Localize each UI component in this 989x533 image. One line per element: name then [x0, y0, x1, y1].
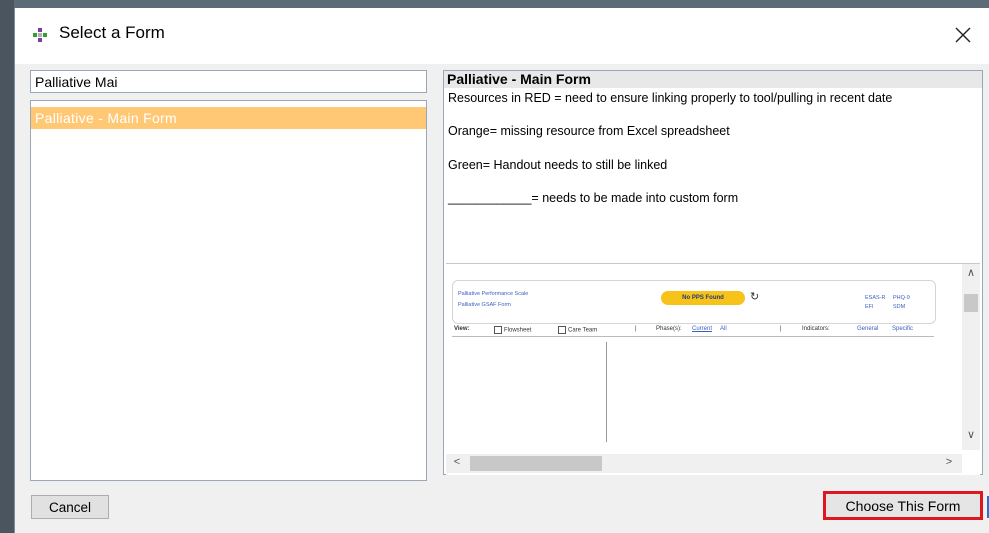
refresh-icon: ↻: [750, 291, 760, 303]
scroll-up-icon[interactable]: ∧: [962, 266, 980, 282]
thumbnail-divider-line: [452, 336, 934, 337]
thumb-phases-label: Phase(s):: [656, 326, 682, 332]
thumb-link-esas: ESAS-R: [865, 295, 886, 301]
thumb-link-phq: PHQ-9: [893, 295, 910, 301]
scroll-right-icon[interactable]: >: [940, 456, 958, 471]
preview-line-orange: Orange= missing resource from Excel spre…: [448, 124, 730, 138]
title-bar: Select a Form: [15, 8, 989, 64]
preview-line-red: Resources in RED = need to ensure linkin…: [448, 91, 893, 105]
preview-line-custom: ____________= needs to be made into cust…: [448, 191, 739, 205]
horizontal-scroll-thumb[interactable]: [470, 456, 602, 471]
horizontal-scrollbar[interactable]: < >: [446, 454, 962, 473]
preview-line-green: Green= Handout needs to still be linked: [448, 158, 668, 172]
list-item[interactable]: Palliative - Main Form: [31, 107, 426, 129]
thumbnail-toolbar: View: Flowsheet Care Team | Phase(s): Cu…: [452, 322, 934, 336]
dialog-title: Select a Form: [59, 23, 165, 42]
thumb-divider: |: [635, 326, 637, 332]
choose-form-button[interactable]: Choose This Form: [823, 491, 983, 520]
thumbnail-header-panel: Palliative Performance Scale Palliative …: [452, 280, 936, 324]
thumb-divider-2: |: [780, 326, 782, 332]
close-button[interactable]: [948, 20, 978, 50]
thumb-link-sdm: SDM: [893, 304, 906, 310]
background-edge: [0, 0, 14, 533]
thumbnail-column-divider: [606, 342, 607, 442]
thumb-flowsheet: Flowsheet: [494, 326, 531, 334]
close-icon: [955, 27, 971, 43]
preview-title: Palliative - Main Form: [444, 71, 982, 88]
form-list[interactable]: Palliative - Main Form: [30, 100, 427, 481]
form-preview: Palliative - Main Form Resources in RED …: [443, 70, 983, 475]
thumb-link-gsaf: Palliative GSAF Form: [458, 302, 511, 308]
cancel-button[interactable]: Cancel: [31, 495, 109, 519]
thumb-all: All: [720, 326, 727, 332]
form-thumbnail[interactable]: Palliative Performance Scale Palliative …: [446, 263, 980, 475]
scroll-down-icon[interactable]: ∨: [962, 428, 980, 444]
no-pps-badge: No PPS Found: [661, 291, 745, 305]
select-form-dialog: Select a Form Palliative - Main Form Pal…: [14, 8, 989, 533]
search-input[interactable]: [30, 70, 427, 93]
thumb-general: General: [857, 326, 879, 332]
app-dots-icon: [33, 28, 47, 42]
vertical-scroll-thumb[interactable]: [964, 294, 978, 312]
thumb-link-pps: Palliative Performance Scale: [458, 291, 529, 297]
background-strip: [0, 0, 989, 8]
thumb-care-team: Care Team: [558, 326, 597, 334]
thumb-specific: Specific: [892, 326, 914, 332]
thumb-link-efi: EFI: [865, 304, 874, 310]
thumb-view-label: View:: [454, 326, 470, 332]
thumb-indicators-label: Indicators:: [802, 326, 830, 332]
scroll-left-icon[interactable]: <: [448, 456, 466, 471]
thumb-current: Current: [692, 326, 713, 332]
vertical-scrollbar[interactable]: ∧ ∨: [962, 264, 980, 450]
